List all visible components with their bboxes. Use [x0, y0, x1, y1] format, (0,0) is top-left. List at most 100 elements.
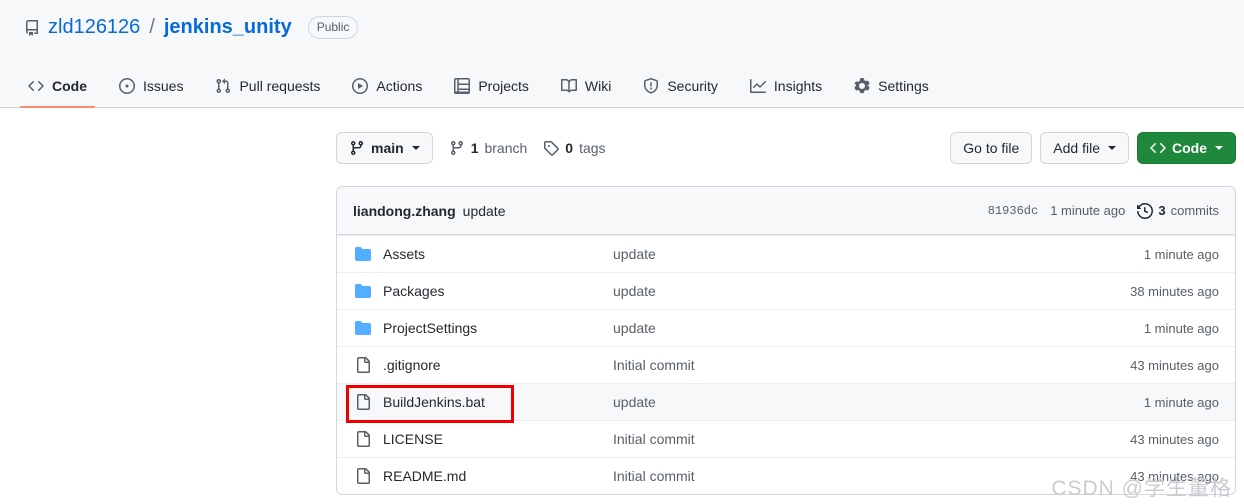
go-to-file-label: Go to file: [963, 140, 1020, 156]
commit-count-value: 3: [1158, 203, 1166, 218]
repo-name-link[interactable]: jenkins_unity: [164, 16, 292, 39]
commit-message[interactable]: update: [463, 203, 506, 219]
tab-wiki[interactable]: Wiki: [553, 64, 619, 108]
chevron-down-icon: [411, 146, 420, 150]
table-row[interactable]: README.md Initial commit 43 minutes ago: [337, 457, 1235, 494]
book-icon: [560, 78, 577, 94]
file-commit-message[interactable]: Initial commit: [613, 468, 1079, 484]
table-row[interactable]: Assets update 1 minute ago: [337, 235, 1235, 272]
table-row[interactable]: LICENSE Initial commit 43 minutes ago: [337, 420, 1235, 457]
folder-icon: [353, 246, 373, 262]
commit-history-link[interactable]: 3 commits: [1137, 202, 1219, 219]
play-icon: [352, 78, 369, 94]
tab-projects[interactable]: Projects: [446, 64, 537, 108]
commit-sha[interactable]: 81936dc: [988, 204, 1038, 218]
repo-title-separator: /: [149, 16, 155, 38]
tab-insights[interactable]: Insights: [742, 64, 830, 108]
file-name[interactable]: .gitignore: [383, 357, 613, 373]
branch-selector-button[interactable]: main: [336, 132, 433, 164]
repo-header: zld126126 / jenkins_unity Public Code Is…: [0, 0, 1244, 108]
file-time: 43 minutes ago: [1130, 431, 1219, 447]
issue-opened-icon: [119, 78, 135, 94]
graph-icon: [749, 78, 766, 94]
repo-icon: [24, 19, 40, 36]
tab-security-label: Security: [667, 78, 718, 94]
repo-nav: Code Issues Pull requests Actions Projec: [16, 64, 941, 108]
table-row[interactable]: Packages update 38 minutes ago: [337, 272, 1235, 309]
file-commit-message[interactable]: update: [613, 283, 1079, 299]
table-row[interactable]: ProjectSettings update 1 minute ago: [337, 309, 1235, 346]
code-download-button[interactable]: Code: [1137, 132, 1236, 164]
tab-code-label: Code: [52, 78, 87, 94]
repo-owner-link[interactable]: zld126126: [48, 16, 140, 39]
branch-selector-label: main: [371, 140, 404, 156]
file-name[interactable]: README.md: [383, 468, 613, 484]
tab-insights-label: Insights: [773, 78, 823, 94]
tab-actions-label: Actions: [376, 78, 423, 94]
code-icon: [1150, 140, 1166, 156]
tab-pull-requests[interactable]: Pull requests: [207, 64, 328, 108]
file-commit-message[interactable]: update: [613, 246, 1079, 262]
tag-count-label: tags: [579, 140, 606, 156]
tag-count-value: 0: [565, 140, 574, 156]
file-name[interactable]: Packages: [383, 283, 613, 299]
file-commit-message[interactable]: update: [613, 320, 1079, 336]
file-icon: [353, 394, 373, 410]
file-time: 1 minute ago: [1143, 320, 1219, 336]
folder-icon: [353, 320, 373, 336]
table-row[interactable]: BuildJenkins.bat update 1 minute ago: [337, 383, 1235, 420]
repo-content: main 1 branch 0 tags Go to file Add file: [336, 126, 1236, 495]
tab-projects-label: Projects: [478, 78, 529, 94]
file-icon: [353, 357, 373, 373]
git-branch-icon: [449, 140, 465, 156]
add-file-label: Add file: [1053, 140, 1100, 156]
go-to-file-button[interactable]: Go to file: [950, 132, 1033, 164]
file-time: 1 minute ago: [1143, 394, 1219, 410]
commit-meta: 81936dc 1 minute ago 3 commits: [988, 202, 1219, 219]
code-icon: [28, 78, 44, 94]
file-name[interactable]: LICENSE: [383, 431, 613, 447]
tab-security[interactable]: Security: [635, 64, 726, 108]
file-name[interactable]: ProjectSettings: [383, 320, 613, 336]
tag-count-link[interactable]: 0 tags: [543, 140, 606, 156]
add-file-button[interactable]: Add file: [1040, 132, 1129, 164]
gear-icon: [854, 78, 870, 94]
toolbar-actions: Go to file Add file Code: [950, 132, 1236, 164]
history-icon: [1137, 202, 1154, 219]
tab-issues[interactable]: Issues: [111, 64, 191, 108]
shield-icon: [643, 78, 659, 94]
file-icon: [353, 431, 373, 447]
tab-code[interactable]: Code: [20, 64, 95, 108]
commit-count-label: commits: [1170, 203, 1219, 218]
file-commit-message[interactable]: Initial commit: [613, 357, 1079, 373]
table-row[interactable]: .gitignore Initial commit 43 minutes ago: [337, 346, 1235, 383]
tab-issues-label: Issues: [143, 78, 184, 94]
chevron-down-icon: [1108, 146, 1116, 150]
file-time: 43 minutes ago: [1130, 468, 1219, 484]
code-download-label: Code: [1172, 140, 1207, 156]
tag-icon: [543, 140, 560, 156]
file-commit-message[interactable]: Initial commit: [613, 431, 1079, 447]
tab-actions[interactable]: Actions: [344, 64, 430, 108]
tab-settings[interactable]: Settings: [846, 64, 937, 108]
file-name[interactable]: Assets: [383, 246, 613, 262]
file-icon: [353, 468, 373, 484]
git-pull-request-icon: [215, 78, 231, 94]
tab-wiki-label: Wiki: [584, 78, 612, 94]
tab-pull-requests-label: Pull requests: [239, 78, 321, 94]
file-commit-message[interactable]: update: [613, 394, 1079, 410]
tab-settings-label: Settings: [878, 78, 929, 94]
file-time: 1 minute ago: [1143, 246, 1219, 262]
file-name[interactable]: BuildJenkins.bat: [383, 394, 613, 410]
branch-count-value: 1: [470, 140, 479, 156]
file-table: liandong.zhang update 81936dc 1 minute a…: [336, 186, 1236, 495]
file-toolbar: main 1 branch 0 tags Go to file Add file: [336, 126, 1236, 170]
folder-icon: [353, 283, 373, 299]
file-time: 38 minutes ago: [1130, 283, 1219, 299]
commit-author[interactable]: liandong.zhang: [353, 203, 456, 219]
branch-count-link[interactable]: 1 branch: [449, 140, 527, 156]
latest-commit-bar: liandong.zhang update 81936dc 1 minute a…: [337, 187, 1235, 235]
file-time: 43 minutes ago: [1130, 357, 1219, 373]
chevron-down-icon: [1215, 146, 1223, 150]
repo-title: zld126126 / jenkins_unity Public: [24, 16, 359, 39]
